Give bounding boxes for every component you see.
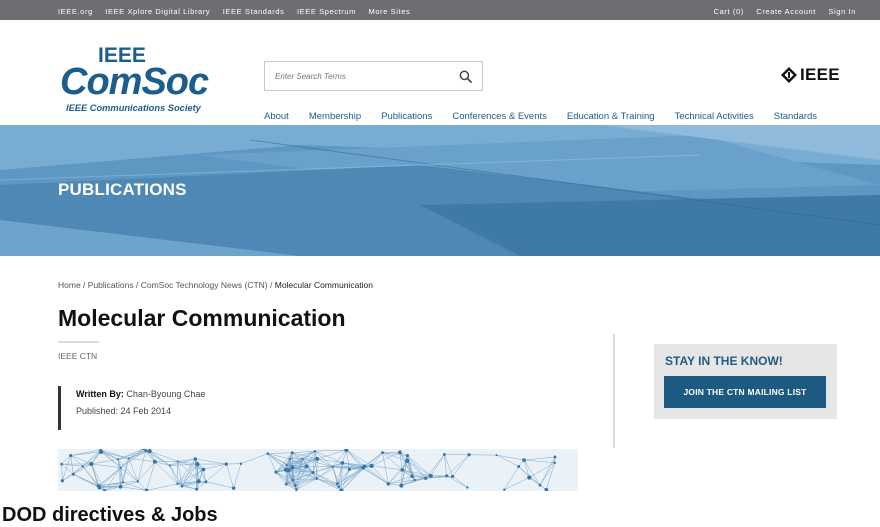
breadcrumb-ctn[interactable]: ComSoc Technology News (CTN) xyxy=(141,280,268,290)
xplore-link[interactable]: IEEE Xplore Digital Library xyxy=(105,7,210,16)
search-icon[interactable] xyxy=(459,70,472,83)
ieee-diamond-icon xyxy=(781,67,797,83)
nav-membership[interactable]: Membership xyxy=(309,111,361,122)
main-nav: About Membership Publications Conference… xyxy=(264,111,817,122)
breadcrumb-separator: / xyxy=(80,280,88,290)
newsletter-box: STAY IN THE KNOW! JOIN THE CTN MAILING L… xyxy=(654,344,837,419)
nav-about[interactable]: About xyxy=(264,111,289,122)
author-line: Written By: Chan-Byoung Chae xyxy=(76,386,205,403)
nav-standards[interactable]: Standards xyxy=(774,111,817,122)
ieee-brand-logo[interactable]: IEEE xyxy=(781,65,840,85)
hero-banner: PUBLICATIONS xyxy=(0,125,880,256)
breadcrumb-current: Molecular Communication xyxy=(274,280,373,290)
breadcrumb-separator: / xyxy=(267,280,275,290)
caption-text: DOD directives & Jobs xyxy=(2,504,218,526)
nav-technical-activities[interactable]: Technical Activities xyxy=(675,111,754,122)
site-header: IEEE ComSoc IEEE Communications Society … xyxy=(0,20,880,125)
network-graphic xyxy=(60,449,557,491)
breadcrumb-publications[interactable]: Publications xyxy=(88,280,134,290)
newsletter-heading: STAY IN THE KNOW! xyxy=(665,354,783,368)
article-hero-image xyxy=(58,449,578,491)
standards-link[interactable]: IEEE Standards xyxy=(223,7,285,16)
create-account-link[interactable]: Create Account xyxy=(756,7,816,16)
published-date: Published: 24 Feb 2014 xyxy=(76,406,172,416)
nav-education-training[interactable]: Education & Training xyxy=(567,111,655,122)
join-mailing-list-button[interactable]: JOIN THE CTN MAILING LIST xyxy=(664,376,826,408)
article-byline: Written By: Chan-Byoung Chae Published: … xyxy=(58,386,205,430)
cart-link[interactable]: Cart (0) xyxy=(714,7,744,16)
nav-conferences-events[interactable]: Conferences & Events xyxy=(452,111,547,122)
title-divider xyxy=(58,341,99,343)
breadcrumb-home[interactable]: Home xyxy=(58,280,81,290)
column-divider xyxy=(613,334,615,448)
ieee-brand-text: IEEE xyxy=(800,65,840,84)
comsoc-logo[interactable]: IEEE ComSoc IEEE Communications Society xyxy=(60,44,220,124)
utility-links-right: Cart (0) Create Account Sign In xyxy=(706,1,856,19)
nav-publications[interactable]: Publications xyxy=(381,111,432,122)
utility-links-left: IEEE.org IEEE Xplore Digital Library IEE… xyxy=(58,1,418,19)
spectrum-link[interactable]: IEEE Spectrum xyxy=(297,7,356,16)
article-title: Molecular Communication xyxy=(58,305,346,331)
search-box[interactable] xyxy=(264,61,483,91)
breadcrumb: Home / Publications / ComSoc Technology … xyxy=(58,280,373,290)
ieee-org-link[interactable]: IEEE.org xyxy=(58,7,93,16)
utility-bar: IEEE.org IEEE Xplore Digital Library IEE… xyxy=(0,0,880,20)
sign-in-link[interactable]: Sign In xyxy=(828,7,856,16)
written-by-label: Written By: xyxy=(76,389,124,399)
breadcrumb-separator: / xyxy=(133,280,141,290)
search-input[interactable] xyxy=(275,71,459,81)
hero-title: PUBLICATIONS xyxy=(58,180,187,199)
author-name[interactable]: Chan-Byoung Chae xyxy=(126,389,205,399)
logo-comsoc-text: ComSoc xyxy=(60,61,209,103)
logo-subtitle: IEEE Communications Society xyxy=(66,103,202,113)
more-sites-link[interactable]: More Sites xyxy=(368,7,410,16)
article-tag: IEEE CTN xyxy=(58,351,98,361)
